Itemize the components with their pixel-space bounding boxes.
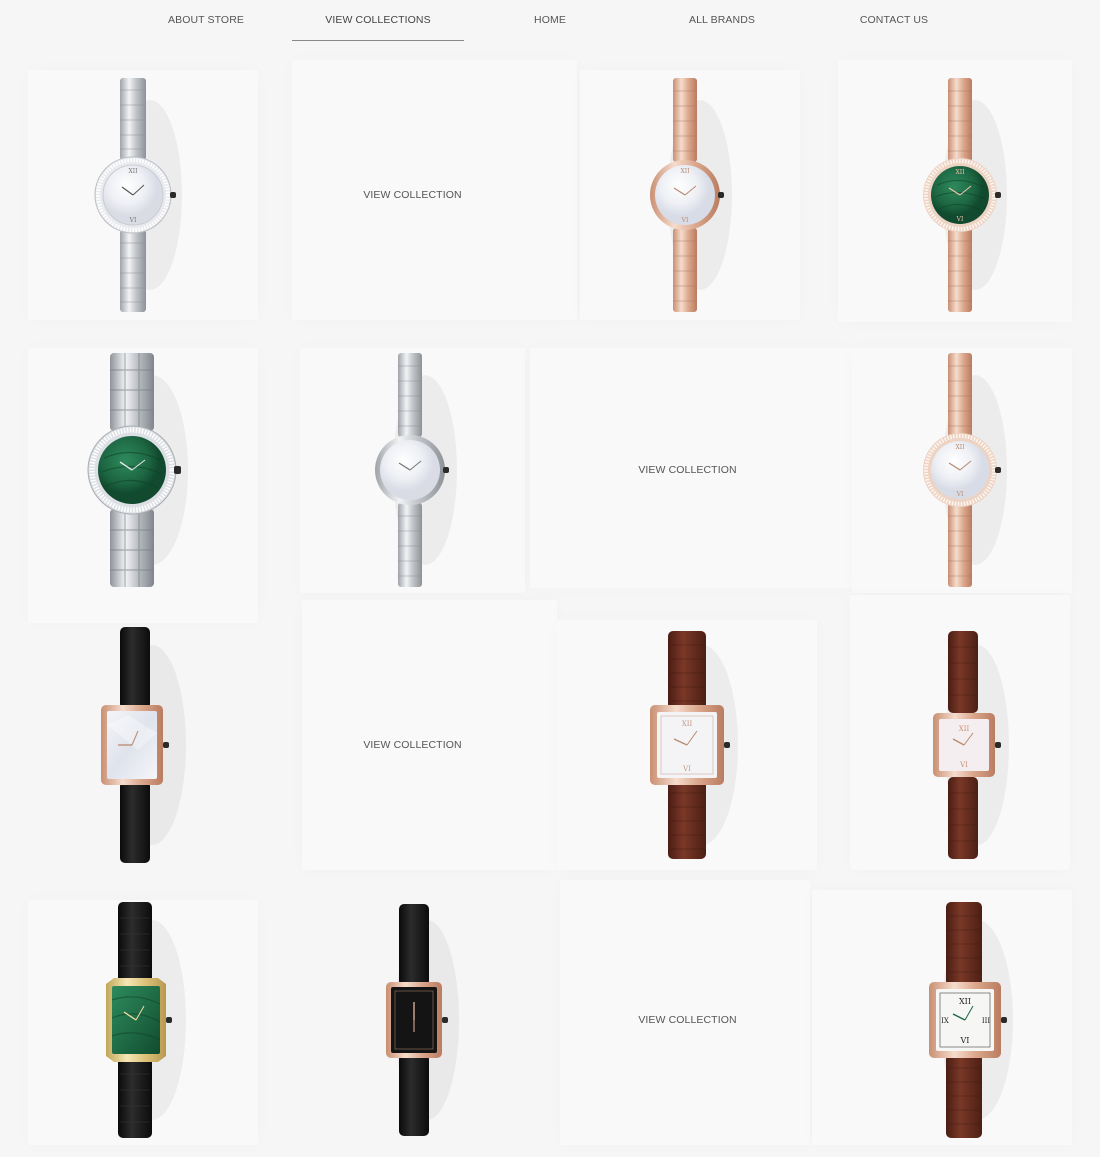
svg-text:VI: VI (959, 761, 968, 769)
view-collection-link[interactable]: VIEW COLLECTION (638, 1014, 736, 1026)
watch-rose-round-pearl-diamond-image: XII VI (922, 352, 1007, 587)
view-collection-tile[interactable]: VIEW COLLECTION (550, 882, 825, 1157)
product-tile[interactable] (0, 332, 275, 607)
product-tile[interactable] (0, 607, 275, 882)
watch-rose-square-white-brown-leather-image: XII VI IX III (928, 901, 1013, 1138)
product-tile[interactable]: XII VI (825, 57, 1100, 332)
svg-text:VI: VI (955, 491, 963, 498)
svg-text:XII: XII (958, 997, 970, 1006)
svg-text:XII: XII (680, 168, 690, 175)
product-tile[interactable]: XII VI (825, 607, 1100, 882)
svg-text:VI: VI (682, 765, 691, 773)
view-collection-link[interactable]: VIEW COLLECTION (363, 739, 461, 751)
nav-all-brands[interactable]: ALL BRANDS (636, 0, 808, 40)
view-collection-tile[interactable]: VIEW COLLECTION (275, 57, 550, 332)
watch-rose-square-pearl-brown-leather-small-image: XII VI (932, 630, 1009, 859)
watch-silver-round-pearl-diamond-image: XII VI (94, 77, 182, 312)
watch-rose-round-green-diamond-image: XII VI (922, 77, 1007, 312)
watch-silver-round-green-diamond-image (87, 352, 188, 587)
view-collection-link[interactable]: VIEW COLLECTION (363, 189, 461, 201)
watch-gold-rect-green-black-leather-image (105, 901, 186, 1138)
product-tile[interactable]: XII VI (825, 332, 1100, 607)
svg-text:XII: XII (958, 725, 969, 733)
svg-text:IX: IX (941, 1017, 949, 1025)
svg-text:XII: XII (681, 720, 692, 728)
svg-text:XII: XII (128, 168, 138, 175)
nav-about-store[interactable]: ABOUT STORE (120, 0, 292, 40)
product-tile[interactable]: XII VI IX III (825, 882, 1100, 1157)
watch-silver-round-pearl-image (374, 352, 457, 587)
view-collection-link[interactable]: VIEW COLLECTION (638, 464, 736, 476)
product-tile[interactable]: XII VI (0, 57, 275, 332)
watch-rose-rect-pearl-black-leather-image (100, 626, 186, 863)
svg-text:VI: VI (128, 217, 136, 224)
product-tile[interactable] (275, 882, 550, 1157)
product-tile[interactable] (275, 332, 550, 607)
watch-rose-square-pearl-brown-leather-image: XII VI (649, 630, 738, 859)
svg-text:XII: XII (955, 444, 965, 451)
nav-contact-us[interactable]: CONTACT US (808, 0, 980, 40)
svg-text:VI: VI (955, 216, 963, 223)
watch-rose-rect-black-black-leather-image (385, 903, 459, 1136)
svg-text:VI: VI (680, 217, 688, 224)
nav-home[interactable]: HOME (464, 0, 636, 40)
view-collection-tile[interactable]: VIEW COLLECTION (550, 332, 825, 607)
view-collection-tile[interactable]: VIEW COLLECTION (275, 607, 550, 882)
product-tile[interactable] (0, 882, 275, 1157)
product-tile[interactable]: XII VI (550, 607, 825, 882)
top-navigation: ABOUT STORE VIEW COLLECTIONS HOME ALL BR… (0, 0, 1100, 46)
watch-rose-round-pearl-image: XII VI (649, 77, 732, 312)
svg-text:XII: XII (955, 169, 965, 176)
svg-text:III: III (981, 1017, 990, 1025)
product-tile[interactable]: XII VI (550, 57, 825, 332)
nav-view-collections[interactable]: VIEW COLLECTIONS (292, 0, 464, 41)
svg-text:VI: VI (959, 1036, 969, 1045)
